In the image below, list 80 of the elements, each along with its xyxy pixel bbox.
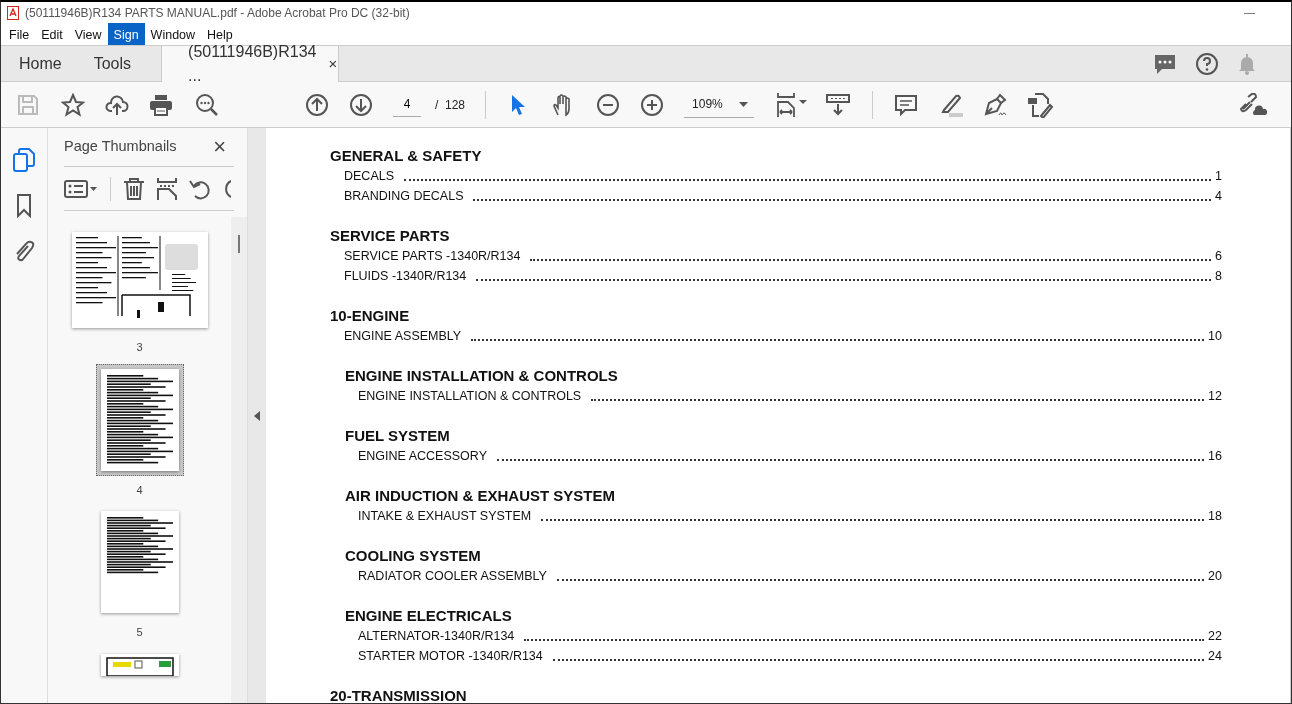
page-number: 4 bbox=[136, 482, 143, 498]
scrollbar-thumb[interactable] bbox=[238, 235, 240, 253]
toc-entry[interactable]: ENGINE ASSEMBLY bbox=[344, 326, 462, 346]
close-tab-button[interactable]: × bbox=[328, 52, 338, 76]
fit-page-icon[interactable] bbox=[776, 91, 809, 118]
toc-entry[interactable]: INTAKE & EXHAUST SYSTEM bbox=[358, 506, 532, 526]
menu-item[interactable]: Help bbox=[201, 23, 239, 45]
zoom-dropdown[interactable]: 109% bbox=[684, 91, 755, 118]
page-number: 3 bbox=[136, 340, 143, 355]
page-number: 6 bbox=[1215, 248, 1222, 265]
edit-pdf-icon[interactable] bbox=[1027, 91, 1054, 118]
page-number: 12 bbox=[1208, 388, 1222, 405]
page-count: / 128 bbox=[435, 96, 466, 114]
zoom-out-icon[interactable] bbox=[596, 92, 621, 117]
toc-entry[interactable]: RADIATOR COOLER ASSEMBLY bbox=[358, 566, 547, 586]
page-number: 10 bbox=[1208, 328, 1222, 345]
options-menu-icon[interactable] bbox=[64, 178, 98, 199]
menu-item[interactable]: Edit bbox=[35, 23, 69, 45]
scroll-mode-icon[interactable] bbox=[826, 93, 851, 116]
pages-icon[interactable] bbox=[13, 148, 35, 172]
help-icon[interactable] bbox=[1195, 51, 1219, 76]
toc-entry[interactable]: ENGINE ACCESSORY bbox=[358, 446, 487, 466]
link-cloud-icon[interactable] bbox=[1239, 92, 1267, 117]
page-number: 20 bbox=[1208, 568, 1222, 585]
page-number: 16 bbox=[1208, 448, 1222, 465]
menu-item[interactable]: File bbox=[3, 23, 36, 45]
page-number: 1 bbox=[1215, 168, 1222, 185]
section-heading: 20-TRANSMISSION bbox=[330, 686, 468, 703]
menu-item[interactable]: View bbox=[68, 23, 108, 45]
window-title: (50111946B)R134 PARTS MANUAL.pdf - Adobe Acrobat Pro DC (32-bit) bbox=[25, 4, 410, 22]
print-icon[interactable] bbox=[149, 93, 173, 116]
section-heading: COOLING SYSTEM bbox=[344, 546, 482, 566]
menu-item[interactable]: Window bbox=[144, 23, 202, 45]
page-number: 8 bbox=[1215, 268, 1222, 285]
cursor-icon[interactable] bbox=[510, 93, 527, 116]
page-thumbnail[interactable] bbox=[95, 363, 184, 476]
toc-entry[interactable]: ENGINE INSTALLATION & CONTROLS bbox=[358, 386, 582, 406]
section-heading: GENERAL & SAFETY bbox=[330, 146, 483, 166]
insert-page-icon[interactable] bbox=[157, 176, 177, 201]
panel-title: Page Thumbnails bbox=[64, 137, 177, 157]
nav-tab[interactable]: Tools bbox=[75, 46, 146, 81]
section-heading: AIR INDUCTION & EXHAUST SYSTEM bbox=[344, 486, 616, 506]
zoom-in-icon[interactable] bbox=[640, 92, 665, 117]
toc-entry[interactable]: BRANDING DECALS bbox=[344, 186, 464, 206]
page-number: 22 bbox=[1208, 628, 1222, 645]
comment-icon[interactable] bbox=[895, 93, 918, 116]
save-icon bbox=[17, 93, 39, 116]
page-number: 4 bbox=[1215, 188, 1222, 205]
page-number-field[interactable]: 4 bbox=[393, 92, 421, 117]
toc-entry[interactable]: SERVICE PARTS -1340R/R134 bbox=[344, 246, 521, 266]
section-heading: FUEL SYSTEM bbox=[344, 426, 451, 446]
caret-icon bbox=[739, 101, 749, 107]
search-icon[interactable] bbox=[195, 92, 219, 117]
toc-entry[interactable]: FLUIDS -1340R/R134 bbox=[344, 266, 467, 286]
paperclip-icon[interactable] bbox=[13, 240, 35, 264]
section-heading: ENGINE INSTALLATION & CONTROLS bbox=[344, 366, 619, 386]
page-up-icon[interactable] bbox=[305, 92, 329, 117]
section-heading: 10-ENGINE bbox=[330, 306, 411, 326]
toc-entry[interactable]: ALTERNATOR-1340R/R134 bbox=[358, 626, 515, 646]
star-icon[interactable] bbox=[61, 92, 85, 117]
upload-cloud-icon[interactable] bbox=[105, 92, 129, 117]
page-number: 24 bbox=[1208, 648, 1222, 665]
page-down-icon[interactable] bbox=[349, 92, 373, 117]
page-number: 5 bbox=[136, 625, 143, 640]
pdf-icon bbox=[7, 5, 19, 20]
nav-tab[interactable]: Home bbox=[1, 46, 76, 81]
highlighter-icon[interactable] bbox=[939, 92, 964, 117]
pen-sign-icon[interactable] bbox=[983, 92, 1008, 117]
minimize-button[interactable]: — bbox=[1244, 4, 1255, 21]
close-button[interactable]: × bbox=[213, 136, 226, 158]
page-number: 18 bbox=[1208, 508, 1222, 525]
trash-icon[interactable] bbox=[123, 176, 145, 201]
rotate-right-icon[interactable] bbox=[223, 177, 231, 200]
section-heading: ENGINE ELECTRICALS bbox=[344, 606, 513, 626]
toc-entry[interactable]: STARTER MOTOR -1340R/R134 bbox=[358, 646, 543, 666]
menu-item[interactable]: Sign bbox=[107, 23, 145, 45]
section-heading: SERVICE PARTS bbox=[330, 226, 451, 246]
bookmark-icon[interactable] bbox=[16, 194, 32, 218]
collapse-arrow-icon[interactable] bbox=[254, 410, 260, 421]
toc-entry[interactable]: DECALS bbox=[344, 166, 395, 186]
